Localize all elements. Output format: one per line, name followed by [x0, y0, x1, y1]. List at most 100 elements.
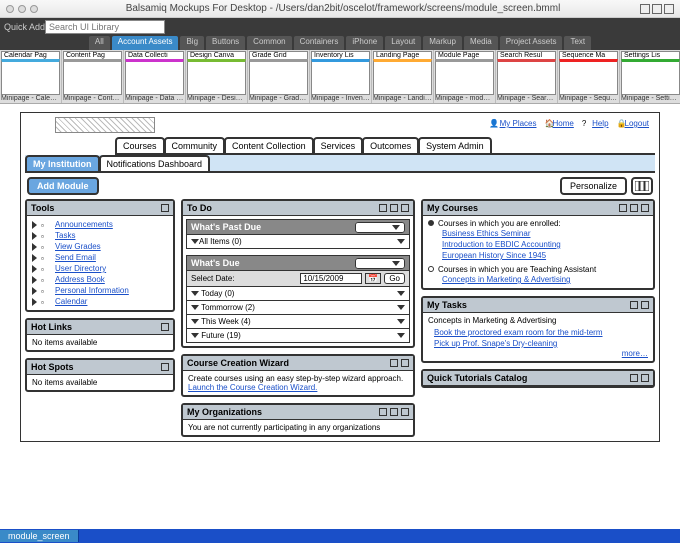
- main-tab[interactable]: Outcomes: [362, 137, 419, 153]
- my-places-link[interactable]: My Places: [500, 119, 537, 128]
- minimize-icon[interactable]: [641, 374, 649, 382]
- chevron-down-icon[interactable]: [397, 239, 405, 244]
- new-window-icon[interactable]: [390, 359, 398, 367]
- edit-icon[interactable]: [619, 204, 627, 212]
- tool-link[interactable]: Calendar: [55, 297, 87, 306]
- asset-thumb[interactable]: Content PagMinipage - Content: [62, 50, 124, 103]
- library-tab[interactable]: Buttons: [206, 36, 245, 50]
- library-tab[interactable]: Text: [564, 36, 591, 50]
- new-window-icon[interactable]: [390, 204, 398, 212]
- minimize-icon[interactable]: [161, 204, 169, 212]
- library-tab[interactable]: Media: [464, 36, 498, 50]
- zoom-dot[interactable]: [30, 5, 38, 13]
- main-tab[interactable]: Courses: [115, 137, 165, 153]
- tool-link[interactable]: User Directory: [55, 264, 106, 273]
- todo-panel: To Do What's Past DueActions All Items (…: [181, 199, 415, 348]
- edit-icon[interactable]: [379, 408, 387, 416]
- asset-thumb[interactable]: Grade GridMinipage - Grade …: [248, 50, 310, 103]
- add-module-button[interactable]: Add Module: [27, 177, 99, 195]
- logout-link[interactable]: Logout: [625, 119, 649, 128]
- actions-dropdown[interactable]: Actions: [355, 222, 405, 233]
- layout-toggle-button[interactable]: [631, 177, 653, 195]
- course-link[interactable]: Business Ethics Seminar: [442, 229, 530, 238]
- asset-thumb[interactable]: Module PageMinipage - modul…: [434, 50, 496, 103]
- sub-tab[interactable]: Notifications Dashboard: [99, 155, 211, 171]
- library-tab[interactable]: Project Assets: [500, 36, 563, 50]
- library-tab[interactable]: Markup: [423, 36, 462, 50]
- course-wizard-panel: Course Creation Wizard Create courses us…: [181, 354, 415, 397]
- personalize-button[interactable]: Personalize: [560, 177, 627, 195]
- asset-thumb[interactable]: Landing PageMinipage - Landin…: [372, 50, 434, 103]
- library-tab[interactable]: All: [89, 36, 110, 50]
- minimize-icon[interactable]: [401, 204, 409, 212]
- main-tab[interactable]: Content Collection: [224, 137, 314, 153]
- due-row[interactable]: This Week (4): [186, 315, 410, 329]
- home-link[interactable]: Home: [553, 119, 574, 128]
- course-link[interactable]: Concepts in Marketing & Advertising: [442, 275, 571, 284]
- btn-c[interactable]: [664, 4, 674, 14]
- asset-thumb[interactable]: Sequence MaMinipage - Seque…: [558, 50, 620, 103]
- help-link[interactable]: Help: [592, 119, 608, 128]
- asset-thumb[interactable]: Settings LisMinipage - Settin…: [620, 50, 680, 103]
- ccw-title: Course Creation Wizard: [187, 358, 289, 368]
- tool-link[interactable]: View Grades: [55, 242, 101, 251]
- task-link[interactable]: Pick up Prof. Snape's Dry-cleaning: [434, 339, 557, 348]
- tool-link[interactable]: Address Book: [55, 275, 105, 284]
- asset-thumb[interactable]: Calendar PagMinipage - Calen…: [0, 50, 62, 103]
- calendar-icon[interactable]: 📅: [365, 273, 381, 284]
- btn-a[interactable]: [640, 4, 650, 14]
- quick-add-input[interactable]: [45, 20, 165, 34]
- go-button[interactable]: Go: [384, 273, 405, 284]
- main-tab[interactable]: Services: [313, 137, 364, 153]
- mytasks-header: Concepts in Marketing & Advertising: [428, 316, 648, 325]
- minimize-icon[interactable]: [401, 359, 409, 367]
- tool-link[interactable]: Send Email: [55, 253, 96, 262]
- ccw-launch-link[interactable]: Launch the Course Creation Wizard.: [188, 383, 317, 392]
- task-link[interactable]: Book the proctored exam room for the mid…: [434, 328, 603, 337]
- minimize-icon[interactable]: [161, 323, 169, 331]
- tool-link[interactable]: Tasks: [55, 231, 75, 240]
- asset-thumb[interactable]: Data CollectiMinipage - Data C…: [124, 50, 186, 103]
- asset-thumb[interactable]: Design CanvaMinipage - Desig…: [186, 50, 248, 103]
- main-tab[interactable]: Community: [164, 137, 226, 153]
- quick-title: Quick Tutorials Catalog: [427, 373, 527, 383]
- new-window-icon[interactable]: [630, 374, 638, 382]
- edit-icon[interactable]: [379, 204, 387, 212]
- chevron-down-icon[interactable]: [191, 239, 199, 244]
- minimize-icon[interactable]: [641, 301, 649, 309]
- action-bar: Add Module Personalize: [25, 173, 655, 199]
- new-window-icon[interactable]: [630, 301, 638, 309]
- asset-thumb[interactable]: Inventory LisMinipage - Invent…: [310, 50, 372, 103]
- main-tab[interactable]: System Admin: [418, 137, 492, 153]
- minimize-dot[interactable]: [18, 5, 26, 13]
- close-dot[interactable]: [6, 5, 14, 13]
- btn-b[interactable]: [652, 4, 662, 14]
- due-row[interactable]: Today (0): [186, 287, 410, 301]
- date-input[interactable]: [300, 273, 362, 284]
- sub-tab[interactable]: My Institution: [25, 155, 100, 171]
- due-row[interactable]: Future (19): [186, 329, 410, 343]
- tool-link[interactable]: Personal Information: [55, 286, 129, 295]
- new-window-icon[interactable]: [390, 408, 398, 416]
- library-tab[interactable]: Common: [247, 36, 291, 50]
- tool-link[interactable]: Announcements: [55, 220, 113, 229]
- mytasks-more-link[interactable]: more…: [622, 349, 648, 358]
- hotlinks-title: Hot Links: [31, 322, 72, 332]
- minimize-icon[interactable]: [641, 204, 649, 212]
- course-link[interactable]: European History Since 1945: [442, 251, 546, 260]
- columns-icon: [635, 181, 649, 191]
- minimize-icon[interactable]: [401, 408, 409, 416]
- asset-thumb[interactable]: Search ResulMinipage - Searc…: [496, 50, 558, 103]
- library-tab[interactable]: iPhone: [346, 36, 383, 50]
- library-tab[interactable]: Big: [180, 36, 204, 50]
- library-tab[interactable]: Containers: [294, 36, 345, 50]
- library-tab[interactable]: Layout: [385, 36, 421, 50]
- minimize-icon[interactable]: [161, 363, 169, 371]
- new-window-icon[interactable]: [630, 204, 638, 212]
- actions-dropdown[interactable]: Actions: [355, 258, 405, 269]
- footer-tab[interactable]: module_screen: [0, 530, 79, 542]
- asset-thumbstrip: Calendar PagMinipage - Calen…Content Pag…: [0, 50, 680, 104]
- due-row[interactable]: Tommorrow (2): [186, 301, 410, 315]
- library-tab[interactable]: Account Assets: [112, 36, 179, 50]
- course-link[interactable]: Introduction to EBDIC Accounting: [442, 240, 561, 249]
